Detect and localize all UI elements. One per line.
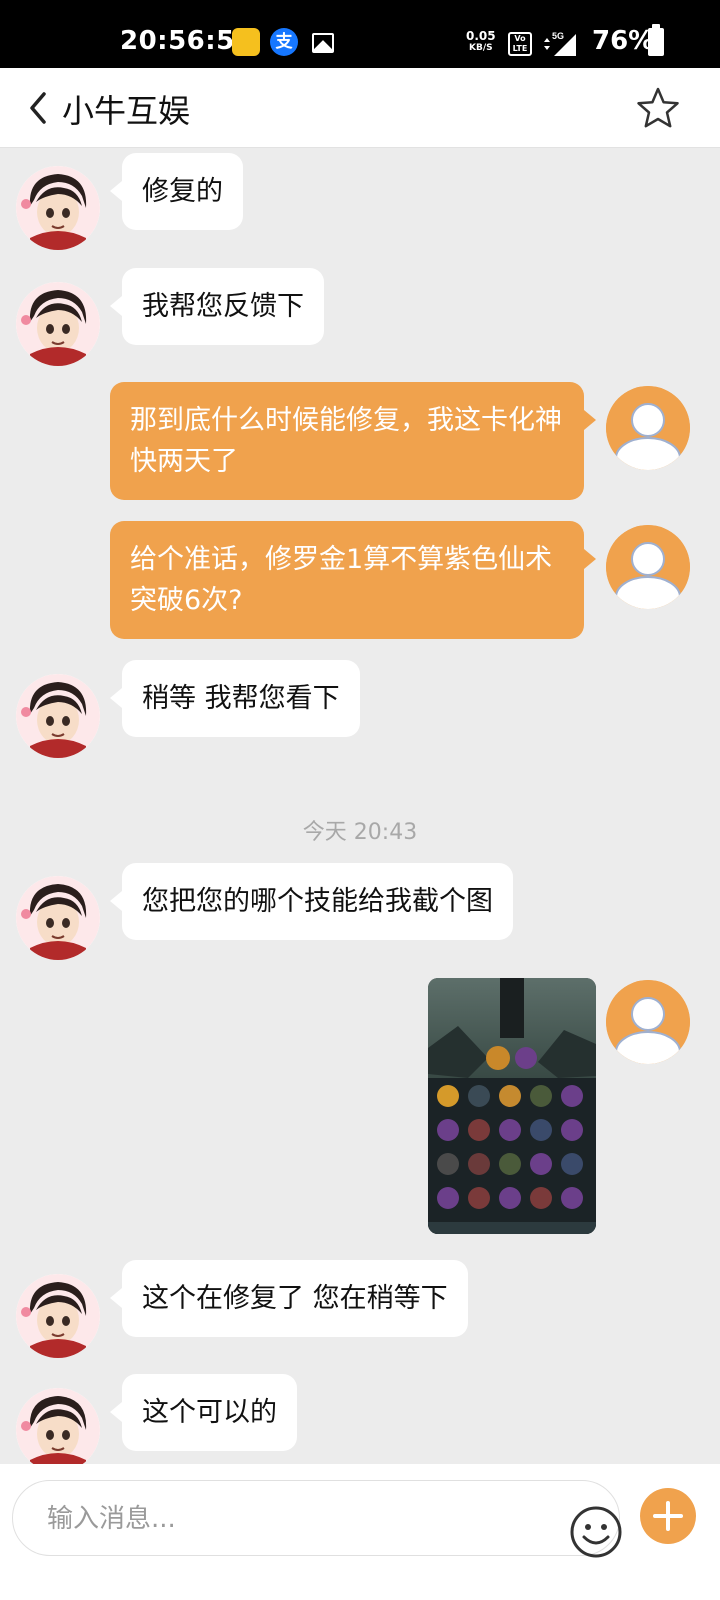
chevron-left-icon[interactable]	[24, 88, 54, 128]
outgoing-message[interactable]: 给个准话，修罗金1算不算紫色仙术突破6次?	[110, 521, 596, 639]
volte-icon: Vo LTE	[508, 32, 532, 56]
agent-avatar[interactable]	[16, 1388, 100, 1464]
alipay-icon: 支	[270, 28, 298, 56]
agent-avatar[interactable]	[16, 1274, 100, 1358]
user-avatar[interactable]	[606, 386, 690, 470]
battery-percent: 76%	[592, 26, 655, 56]
battery-icon	[648, 24, 664, 56]
gallery-icon	[312, 33, 334, 53]
message-list[interactable]: 修复的 我帮您反馈下 那到底什么时候能修复，我这卡化神快两天了 给个准话，修罗金…	[0, 148, 720, 1464]
user-avatar[interactable]	[606, 980, 690, 1064]
message-input[interactable]	[47, 1499, 537, 1539]
incoming-message[interactable]: 稍等 我帮您看下	[110, 660, 360, 737]
incoming-message[interactable]: 我帮您反馈下	[110, 268, 324, 345]
page-title: 小牛互娱	[62, 92, 191, 130]
network-speed-unit: KB/S	[469, 43, 493, 53]
outgoing-message[interactable]: 那到底什么时候能修复，我这卡化神快两天了	[110, 382, 596, 500]
screenshot-image-message[interactable]	[428, 978, 596, 1234]
timestamp: 今天 20:43	[302, 820, 418, 845]
add-attachment-button[interactable]	[640, 1488, 696, 1544]
agent-avatar[interactable]	[16, 282, 100, 366]
signal-icon: 5G	[544, 31, 576, 56]
star-icon[interactable]	[636, 86, 680, 130]
chat-screen: 20:56:51 支 0.05 KB/S Vo LTE 5G 76% 小牛互娱	[0, 0, 720, 1600]
app-notification-icon	[232, 28, 260, 56]
incoming-message[interactable]: 修复的	[110, 153, 243, 230]
agent-avatar[interactable]	[16, 876, 100, 960]
chat-header: 小牛互娱	[0, 68, 720, 148]
agent-avatar[interactable]	[16, 674, 100, 758]
signal-label: 5G	[552, 31, 564, 41]
network-speed: 0.05 KB/S	[466, 30, 496, 54]
message-input-bar	[0, 1464, 720, 1600]
agent-avatar[interactable]	[16, 166, 100, 250]
incoming-message[interactable]: 您把您的哪个技能给我截个图	[110, 863, 513, 940]
message-input-container[interactable]	[12, 1480, 623, 1559]
user-avatar[interactable]	[606, 525, 690, 609]
game-screenshot-thumbnail	[428, 978, 596, 1234]
incoming-message[interactable]: 这个在修复了 您在稍等下	[110, 1260, 468, 1337]
status-bar: 20:56:51 支 0.05 KB/S Vo LTE 5G 76%	[0, 0, 720, 68]
plus-icon	[653, 1501, 683, 1531]
network-speed-value: 0.05	[466, 29, 496, 43]
emoji-icon[interactable]	[569, 1505, 623, 1559]
incoming-message[interactable]: 这个可以的	[110, 1374, 297, 1451]
